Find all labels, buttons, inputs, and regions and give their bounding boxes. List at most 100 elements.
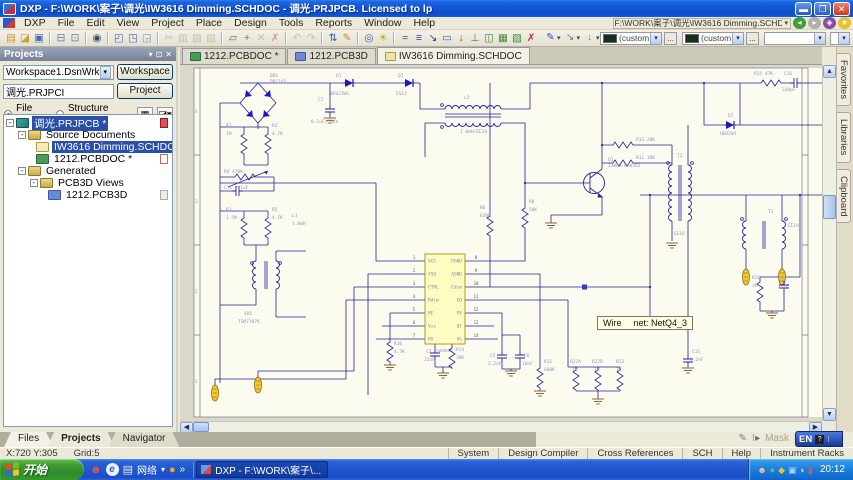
- panel-instrument-racks[interactable]: Instrument Racks: [760, 448, 853, 459]
- close-icon[interactable]: ✕: [165, 50, 172, 59]
- filter-highlight-icon[interactable]: ☀: [377, 31, 390, 45]
- collapse-icon[interactable]: -: [18, 131, 26, 139]
- tray-messenger-icon[interactable]: ☻: [757, 461, 766, 479]
- place-part-icon[interactable]: ◫: [483, 31, 496, 45]
- horizontal-scroll-thumb[interactable]: [193, 422, 209, 432]
- menu-view[interactable]: View: [111, 17, 146, 29]
- small-combo[interactable]: ▾: [830, 31, 850, 45]
- fill-color-more-button[interactable]: ...: [746, 31, 759, 45]
- tray-network-icon[interactable]: ▣: [788, 461, 797, 479]
- menu-window[interactable]: Window: [358, 17, 407, 29]
- ql-messenger-icon[interactable]: ☻: [90, 461, 102, 479]
- tab-libraries[interactable]: Libraries: [837, 112, 851, 163]
- open-device-view-icon[interactable]: ◉: [91, 31, 104, 45]
- collapse-icon[interactable]: -: [30, 179, 38, 187]
- tree-item-schdoc[interactable]: IW3616 Dimming.SCHDOC: [4, 141, 172, 153]
- wiring-tools-icon[interactable]: ✎: [545, 31, 557, 45]
- fill-color-combo[interactable]: (custom ▾: [682, 31, 744, 45]
- back-icon[interactable]: ◂: [793, 17, 806, 29]
- tree-item-generated[interactable]: - Generated: [4, 165, 172, 177]
- menu-tools[interactable]: Tools: [273, 17, 310, 29]
- zoom-selected-icon[interactable]: ◲: [141, 31, 154, 45]
- scroll-down-icon[interactable]: ▼: [823, 408, 836, 421]
- tray-lock-icon[interactable]: ▮: [808, 461, 813, 479]
- menu-dxp[interactable]: DXP: [18, 17, 52, 29]
- annotate-pencil-icon[interactable]: ✎: [739, 433, 747, 444]
- project-field[interactable]: 调光.PRJPCI: [3, 83, 114, 99]
- tree-item-source-documents[interactable]: - Source Documents: [4, 129, 172, 141]
- ql-update-icon[interactable]: ●: [169, 461, 176, 479]
- language-label[interactable]: EN: [799, 434, 812, 445]
- save-document-icon[interactable]: ▣: [33, 31, 46, 45]
- tree-item-pcb3d[interactable]: 1212.PCB3D: [4, 189, 172, 201]
- compile-errors-icon[interactable]: ✗: [525, 31, 538, 45]
- pin-icon[interactable]: ⊡: [156, 50, 163, 59]
- taskbar-task-dxp[interactable]: DXP - F:\WORK\案子\...: [196, 461, 329, 478]
- ql-network-label[interactable]: 网络: [137, 462, 157, 477]
- port-input-1[interactable]: [254, 376, 262, 394]
- chevron-down-icon[interactable]: ▾: [557, 34, 564, 42]
- zoom-document-icon[interactable]: ◰: [113, 31, 126, 45]
- move-selected-icon[interactable]: +: [241, 31, 254, 45]
- tab-1212-pcb3d[interactable]: 1212.PCB3D: [287, 48, 376, 64]
- tab-favorites[interactable]: Favorites: [837, 53, 851, 107]
- tray-shield-icon[interactable]: ●: [770, 461, 775, 479]
- collapse-icon[interactable]: -: [6, 119, 14, 127]
- place-signal-harness-icon[interactable]: ↘: [427, 31, 440, 45]
- place-wire-icon[interactable]: ≈: [399, 31, 412, 45]
- place-bus-icon[interactable]: ≡: [413, 31, 426, 45]
- tab-navigator[interactable]: Navigator: [109, 432, 180, 447]
- menu-help[interactable]: Help: [407, 17, 441, 29]
- favorites-star-icon[interactable]: ★: [838, 17, 851, 29]
- panel-help[interactable]: Help: [721, 448, 761, 459]
- tree-item-pcb3d-views[interactable]: - PCB3D Views: [4, 177, 172, 189]
- cross-probe-icon[interactable]: ⇅: [327, 31, 340, 45]
- wire-color-more-button[interactable]: ...: [664, 31, 677, 45]
- tab-files[interactable]: Files: [4, 432, 53, 447]
- place-power-port-icon[interactable]: ⊥: [469, 31, 482, 45]
- workspace-button[interactable]: Workspace: [117, 64, 173, 80]
- panel-menu-icon[interactable]: ▾: [149, 50, 153, 59]
- ql-document-icon[interactable]: ▤: [123, 461, 133, 479]
- language-bar[interactable]: EN ? ⁝: [795, 431, 843, 447]
- place-net-label-icon[interactable]: ▭: [441, 31, 454, 45]
- tray-update-icon[interactable]: ◆: [778, 461, 785, 479]
- print-icon[interactable]: ⊟: [55, 31, 68, 45]
- ql-ie-icon[interactable]: e: [105, 463, 119, 476]
- place-port-icon[interactable]: ↓: [455, 31, 468, 45]
- scroll-left-icon[interactable]: ◀: [180, 421, 193, 433]
- address-combo[interactable]: F:\WORK\案子\调光\IW3616 Dimming.SCHDOC?Left…: [613, 17, 791, 29]
- menu-project[interactable]: Project: [145, 17, 190, 29]
- vertical-scroll-thumb[interactable]: [823, 195, 836, 219]
- menu-edit[interactable]: Edit: [81, 17, 111, 29]
- mask-level-icon[interactable]: ⁝▸: [752, 433, 760, 444]
- menu-place[interactable]: Place: [190, 17, 228, 29]
- workspace-combo[interactable]: Workspace1.DsnWrk ▾: [3, 64, 114, 80]
- forward-icon[interactable]: ▸: [808, 17, 821, 29]
- project-button[interactable]: Project: [117, 83, 173, 99]
- bus-tools-icon[interactable]: ↘: [564, 31, 576, 45]
- tab-1212-pcbdoc[interactable]: 1212.PCBDOC *: [182, 48, 287, 64]
- panel-system[interactable]: System: [447, 448, 499, 459]
- close-button[interactable]: ✕: [833, 1, 850, 16]
- start-button[interactable]: 开始: [0, 459, 84, 480]
- chevron-down-icon[interactable]: ▾: [161, 461, 165, 479]
- ql-more-icon[interactable]: »: [180, 464, 186, 475]
- home-icon[interactable]: ◈: [823, 17, 836, 29]
- menu-design[interactable]: Design: [228, 17, 273, 29]
- panel-design-compiler[interactable]: Design Compiler: [498, 448, 587, 459]
- find-similar-icon[interactable]: ◎: [363, 31, 376, 45]
- horizontal-scrollbar[interactable]: ◀ ▶: [180, 421, 822, 433]
- panel-cross-references[interactable]: Cross References: [587, 448, 682, 459]
- line-width-combo[interactable]: ▾: [764, 31, 826, 45]
- menu-reports[interactable]: Reports: [309, 17, 358, 29]
- tab-projects[interactable]: Projects: [47, 432, 114, 447]
- power-tools-icon[interactable]: ↓: [584, 31, 596, 45]
- tree-item-project[interactable]: - 调光.PRJPCB *: [4, 115, 172, 131]
- zoom-all-objects-icon[interactable]: ◳: [127, 31, 140, 45]
- tab-iw3616-schdoc[interactable]: IW3616 Dimming.SCHDOC: [376, 47, 530, 64]
- new-document-icon[interactable]: ▤: [5, 31, 18, 45]
- port-output-1[interactable]: [742, 268, 750, 286]
- chevron-down-icon[interactable]: ▾: [577, 34, 584, 42]
- tray-volume-icon[interactable]: ◗: [800, 461, 805, 479]
